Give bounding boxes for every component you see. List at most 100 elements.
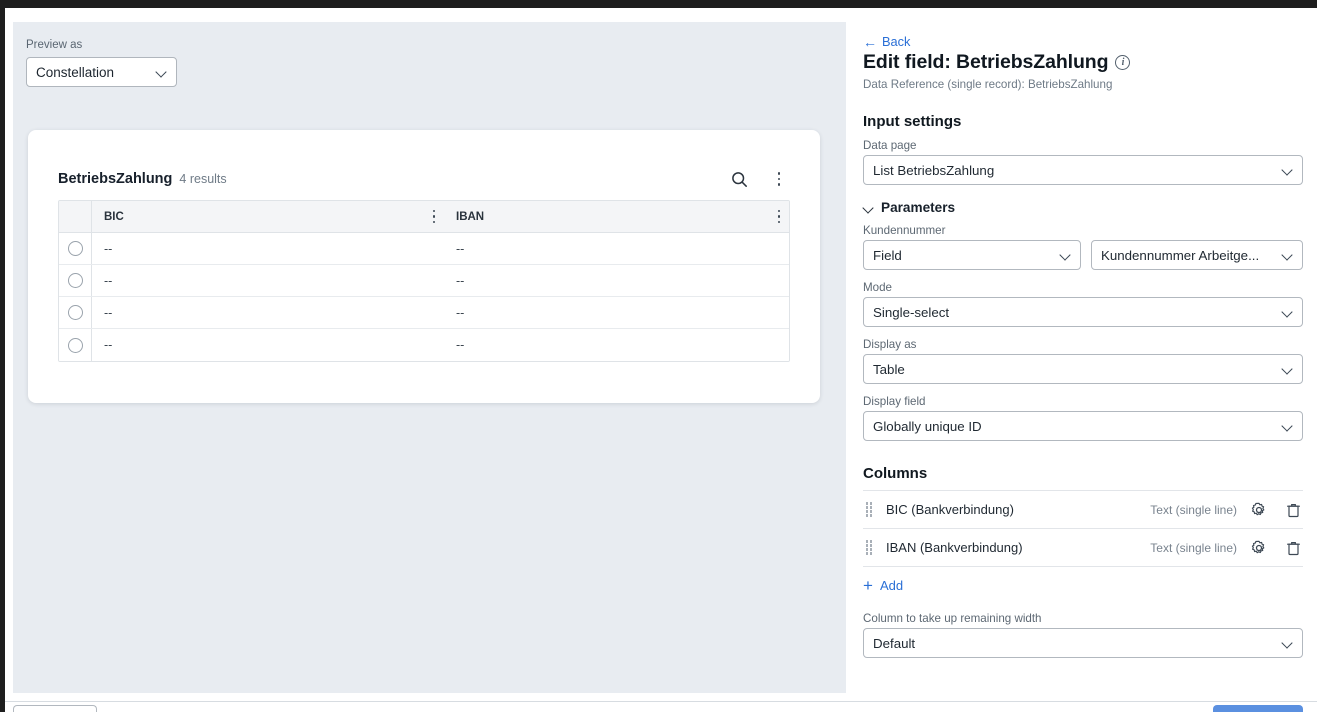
mode-label: Mode (863, 281, 1303, 294)
grid-column-label-bic: BIC (104, 211, 124, 223)
gear-icon[interactable] (1249, 538, 1269, 558)
input-settings-heading: Input settings (863, 113, 1303, 130)
table-row[interactable]: -- -- (59, 329, 789, 361)
search-icon[interactable] (728, 168, 750, 190)
row-select-cell[interactable] (59, 233, 92, 264)
kundennummer-controls: Field Kundennummer Arbeitge... (863, 240, 1303, 270)
mode-select[interactable]: Single-select (863, 297, 1303, 327)
data-page-field: Data page List BetriebsZahlung (863, 139, 1303, 185)
preview-canvas: Preview as Constellation BetriebsZahlung… (13, 22, 846, 693)
add-column-button[interactable]: + Add (863, 577, 1303, 594)
column-menu-icon-iban[interactable] (777, 209, 781, 225)
column-type: Text (single line) (1150, 503, 1237, 517)
gear-icon[interactable] (1249, 500, 1269, 520)
preview-table-card: BetriebsZahlung 4 results (28, 130, 820, 403)
cell-iban: -- (444, 329, 789, 361)
primary-action-button[interactable] (1213, 705, 1303, 712)
footer-divider (5, 701, 1317, 702)
mode-field: Mode Single-select (863, 281, 1303, 327)
secondary-action-button[interactable] (13, 705, 97, 712)
data-page-label: Data page (863, 139, 1303, 152)
back-label: Back (882, 34, 910, 49)
settings-panel: ← Back Edit field: BetriebsZahlung i Dat… (846, 8, 1317, 698)
row-select-cell[interactable] (59, 329, 92, 361)
table-card-actions (728, 168, 790, 190)
grid-column-header-iban[interactable]: IBAN (444, 201, 789, 232)
column-list-item[interactable]: IBAN (Bankverbindung) Text (single line) (863, 529, 1303, 567)
row-radio-button[interactable] (68, 305, 83, 320)
kundennummer-parameter: Kundennummer Field Kundennummer Arbeitge… (863, 224, 1303, 270)
delete-icon[interactable] (1283, 538, 1303, 558)
parameters-section-toggle[interactable]: Parameters (863, 200, 1303, 215)
chevron-down-icon (1282, 638, 1293, 649)
chevron-down-icon (1282, 250, 1293, 261)
column-menu-icon-bic[interactable] (432, 209, 436, 225)
more-vertical-icon[interactable] (768, 168, 790, 190)
display-field-select[interactable]: Globally unique ID (863, 411, 1303, 441)
kundennummer-label: Kundennummer (863, 224, 1303, 237)
preview-as-label: Preview as (26, 39, 82, 51)
page-title-text: Edit field: BetriebsZahlung (863, 51, 1108, 74)
cell-bic: -- (92, 265, 444, 296)
display-field-field: Display field Globally unique ID (863, 395, 1303, 441)
remaining-width-field: Column to take up remaining width Defaul… (863, 612, 1303, 658)
arrow-left-icon: ← (863, 35, 877, 49)
display-as-field: Display as Table (863, 338, 1303, 384)
info-icon[interactable]: i (1115, 55, 1130, 70)
display-as-select[interactable]: Table (863, 354, 1303, 384)
chevron-down-icon (1060, 250, 1071, 261)
cell-iban: -- (444, 233, 789, 264)
preview-as-value: Constellation (36, 65, 114, 80)
display-as-value: Table (873, 362, 905, 377)
remaining-width-select[interactable]: Default (863, 628, 1303, 658)
table-card-header: BetriebsZahlung 4 results (58, 166, 790, 192)
kundennummer-value-select[interactable]: Kundennummer Arbeitge... (1091, 240, 1303, 270)
cell-iban: -- (444, 265, 789, 296)
column-type: Text (single line) (1150, 541, 1237, 555)
row-radio-button[interactable] (68, 338, 83, 353)
column-list-item[interactable]: BIC (Bankverbindung) Text (single line) (863, 491, 1303, 529)
row-radio-button[interactable] (68, 241, 83, 256)
column-name: IBAN (Bankverbindung) (886, 540, 1023, 555)
kundennummer-source-value: Field (873, 248, 902, 263)
column-name: BIC (Bankverbindung) (886, 502, 1014, 517)
window-chrome-top (0, 0, 1317, 8)
grid-column-header-bic[interactable]: BIC (92, 201, 444, 232)
cell-bic: -- (92, 329, 444, 361)
remaining-width-value: Default (873, 636, 915, 651)
delete-icon[interactable] (1283, 500, 1303, 520)
cell-iban: -- (444, 297, 789, 328)
preview-data-grid: BIC IBAN (58, 200, 790, 362)
chevron-down-icon (1282, 421, 1293, 432)
table-result-count: 4 results (179, 172, 226, 186)
drag-handle-icon[interactable] (863, 502, 875, 518)
preview-as-select[interactable]: Constellation (26, 57, 177, 87)
row-select-cell[interactable] (59, 297, 92, 328)
window-chrome-left (0, 8, 5, 712)
mode-value: Single-select (873, 305, 949, 320)
chevron-down-icon (863, 204, 874, 212)
display-field-label: Display field (863, 395, 1303, 408)
table-row[interactable]: -- -- (59, 233, 789, 265)
drag-handle-icon[interactable] (863, 540, 875, 556)
grid-column-label-iban: IBAN (456, 211, 484, 223)
chevron-down-icon (1282, 307, 1293, 318)
row-select-cell[interactable] (59, 265, 92, 296)
data-page-value: List BetriebsZahlung (873, 163, 994, 178)
kundennummer-source-select[interactable]: Field (863, 240, 1081, 270)
cell-bic: -- (92, 297, 444, 328)
parameters-heading: Parameters (881, 200, 955, 215)
data-page-select[interactable]: List BetriebsZahlung (863, 155, 1303, 185)
page-subtitle: Data Reference (single record): Betriebs… (863, 78, 1303, 91)
display-field-value: Globally unique ID (873, 419, 982, 434)
table-title: BetriebsZahlung (58, 171, 172, 187)
table-row[interactable]: -- -- (59, 265, 789, 297)
display-as-label: Display as (863, 338, 1303, 351)
back-button[interactable]: ← Back (863, 34, 1303, 49)
add-column-label: Add (880, 578, 903, 593)
columns-list: BIC (Bankverbindung) Text (single line) (863, 490, 1303, 567)
row-radio-button[interactable] (68, 273, 83, 288)
table-row[interactable]: -- -- (59, 297, 789, 329)
page-title: Edit field: BetriebsZahlung i (863, 51, 1303, 74)
plus-icon: + (863, 577, 873, 594)
